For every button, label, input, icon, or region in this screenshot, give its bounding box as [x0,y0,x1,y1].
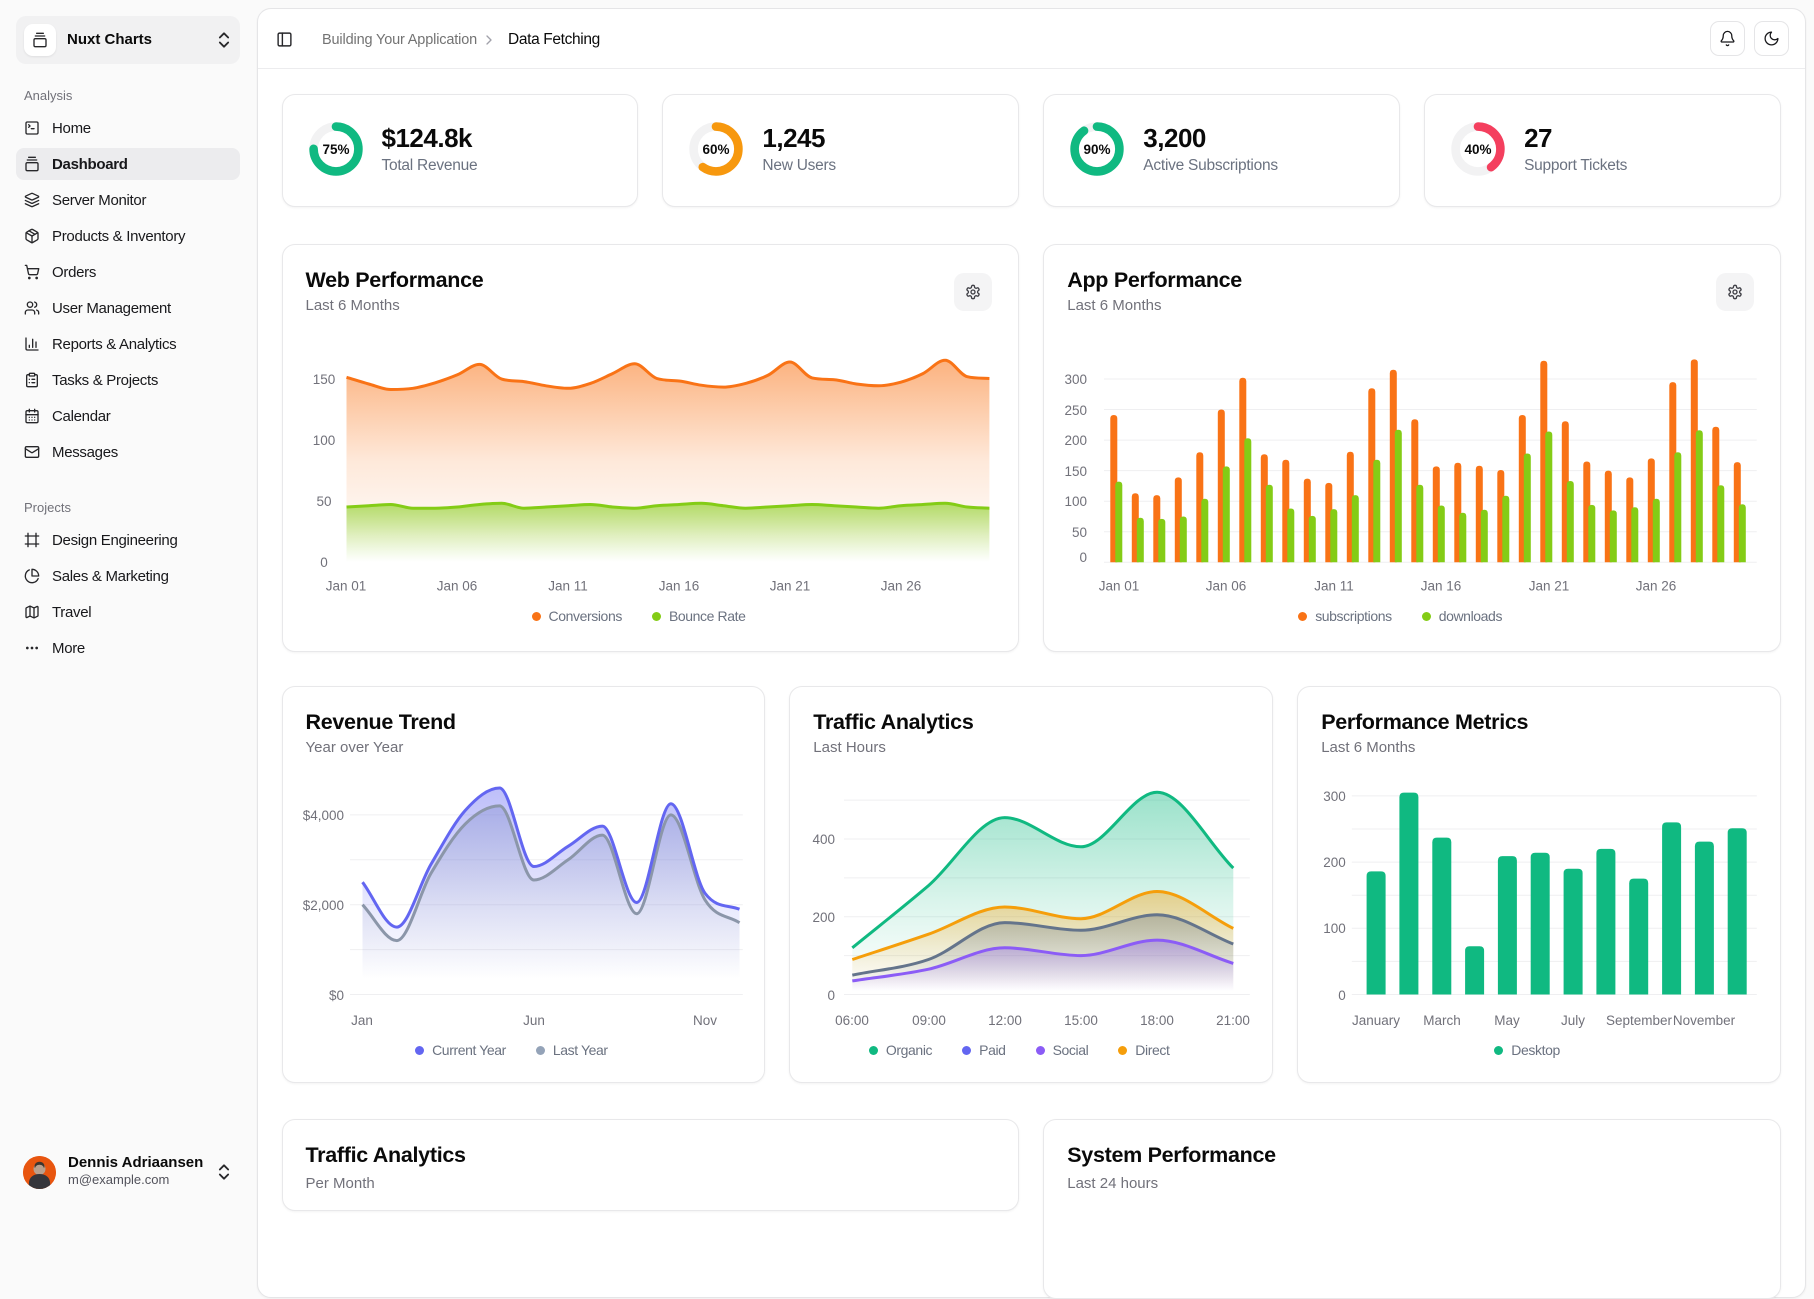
svg-text:300: 300 [1323,789,1346,804]
svg-text:Jan 06: Jan 06 [1206,578,1247,593]
svg-text:50: 50 [1072,525,1087,540]
svg-text:March: March [1423,1013,1460,1028]
svg-text:Jan: Jan [351,1013,373,1028]
svg-text:Nov: Nov [693,1013,717,1028]
svg-text:$4,000: $4,000 [302,808,343,823]
svg-text:100: 100 [1323,921,1346,936]
svg-text:0: 0 [320,555,328,570]
svg-text:Jun: Jun [523,1013,545,1028]
svg-text:200: 200 [1323,855,1346,870]
svg-text:21:00: 21:00 [1216,1013,1250,1028]
svg-text:$0: $0 [328,988,343,1003]
svg-text:300: 300 [1065,372,1088,387]
svg-text:Jan 16: Jan 16 [658,578,699,593]
svg-text:50: 50 [316,494,331,509]
svg-text:100: 100 [1065,494,1088,509]
svg-text:15:00: 15:00 [1064,1013,1098,1028]
svg-text:Jan 21: Jan 21 [769,578,810,593]
svg-text:Jan 26: Jan 26 [1636,578,1677,593]
svg-text:Jan 01: Jan 01 [325,578,366,593]
svg-text:06:00: 06:00 [835,1013,869,1028]
svg-text:12:00: 12:00 [988,1013,1022,1028]
svg-text:Jan 26: Jan 26 [880,578,921,593]
svg-text:400: 400 [813,832,836,847]
svg-text:July: July [1561,1013,1585,1028]
svg-text:200: 200 [1065,433,1088,448]
svg-text:Jan 01: Jan 01 [1099,578,1140,593]
svg-text:Jan 11: Jan 11 [1314,578,1354,593]
svg-text:Jan 06: Jan 06 [436,578,477,593]
svg-text:60%: 60% [703,142,730,157]
svg-text:Jan 11: Jan 11 [548,578,588,593]
svg-text:0: 0 [1338,988,1346,1003]
svg-text:200: 200 [813,910,836,925]
svg-text:September: September [1606,1013,1672,1028]
svg-text:Jan 21: Jan 21 [1529,578,1570,593]
svg-text:09:00: 09:00 [912,1013,946,1028]
svg-text:May: May [1494,1013,1520,1028]
svg-text:$2,000: $2,000 [302,898,343,913]
svg-text:75%: 75% [322,142,349,157]
svg-text:November: November [1673,1013,1736,1028]
svg-text:0: 0 [828,988,836,1003]
svg-text:100: 100 [312,433,335,448]
svg-text:Jan 16: Jan 16 [1421,578,1462,593]
svg-text:0: 0 [1080,550,1088,565]
svg-text:150: 150 [1065,464,1088,479]
svg-text:150: 150 [312,372,335,387]
svg-text:90%: 90% [1084,142,1111,157]
svg-text:January: January [1352,1013,1400,1028]
svg-text:18:00: 18:00 [1140,1013,1174,1028]
svg-text:250: 250 [1065,403,1088,418]
svg-text:40%: 40% [1465,142,1492,157]
